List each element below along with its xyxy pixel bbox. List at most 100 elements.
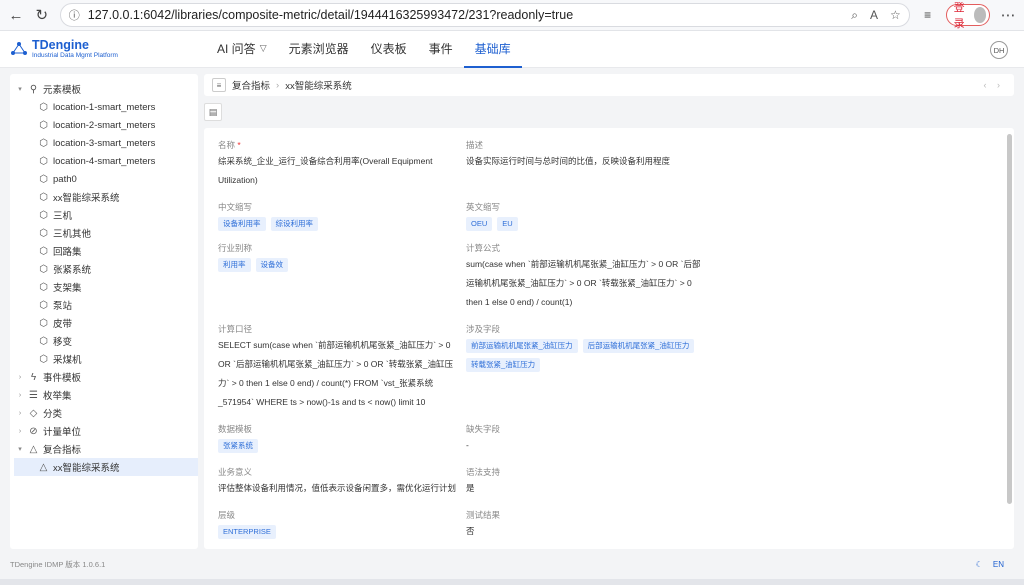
chevron-down-icon[interactable]: ▾ <box>16 85 24 93</box>
level-tags: ENTERPRISE <box>218 525 466 539</box>
chevron-right-icon[interactable]: › <box>16 392 24 399</box>
cube-icon: ⬡ <box>39 101 48 113</box>
tree-node-template[interactable]: ⬡ path0 <box>10 170 198 188</box>
meaning-value: 评估整体设备利用情况，值低表示设备闲置多，需优化运行计划 <box>218 483 457 493</box>
tree-node-template[interactable]: ⬡ location-1-smart_meters <box>10 98 198 116</box>
triangle-icon: △ <box>39 461 48 473</box>
favorite-icon[interactable]: ☆ <box>890 8 901 23</box>
tree-node-template[interactable]: ⬡ 张紧系统 <box>10 260 198 278</box>
cn-abbr-tags: 设备利用率 综设利用率 <box>218 217 466 231</box>
tag: 张紧系统 <box>218 439 258 453</box>
nav-dashboard[interactable]: 仪表板 <box>360 31 418 68</box>
nav-element-browser[interactable]: 元素浏览器 <box>278 31 360 68</box>
description-value: 设备实际运行时间与总时间的比值，反映设备利用程度 <box>466 156 671 166</box>
chevron-right-icon[interactable]: › <box>16 428 24 435</box>
tag: 后部运输机机尾张紧_油缸压力 <box>582 339 695 353</box>
address-bar[interactable]: ⓘ 127.0.0.1:6042/libraries/composite-met… <box>59 3 910 27</box>
tree-node-enum-sets[interactable]: › ☰ 枚举集 <box>10 386 198 404</box>
tree-node-event-templates[interactable]: › ϟ 事件模板 <box>10 368 198 386</box>
tree-node-label: 支架集 <box>53 283 82 294</box>
field-description: 描述 设备实际运行时间与总时间的比值，反映设备利用程度 <box>466 138 716 200</box>
tag: 设备效 <box>255 258 288 272</box>
field-en-abbr: 英文缩写 OEU EU <box>466 200 716 241</box>
tree-node-template[interactable]: ⬡ location-2-smart_meters <box>10 116 198 134</box>
breadcrumb-separator-icon: › <box>276 79 280 91</box>
tree-node-template[interactable]: ⬡ xx智能综采系统 <box>10 188 198 206</box>
cube-icon: ⬡ <box>39 119 48 131</box>
document-icon[interactable]: ▤ <box>204 103 222 121</box>
tree-node-label: 三机其他 <box>53 229 92 240</box>
filter-icon: ▽ <box>259 42 267 53</box>
more-icon[interactable]: ⋯ <box>1000 5 1016 25</box>
tree-node-template[interactable]: ⬡ location-3-smart_meters <box>10 134 198 152</box>
chevron-down-icon[interactable]: ▾ <box>16 445 24 453</box>
data-template-tags: 张紧系统 <box>218 439 466 453</box>
scrollbar[interactable] <box>1007 134 1012 504</box>
logo-subtitle: Industrial Data Mgmt Platform <box>32 51 118 59</box>
tree-node-template[interactable]: ⬡ 三机 <box>10 206 198 224</box>
syntax-value: 是 <box>466 483 475 493</box>
tree-node-composite-child[interactable]: △ xx智能综采系统 <box>14 458 198 476</box>
tab-scroll-arrows-icon[interactable]: ‹ › <box>984 80 1005 90</box>
test-result-value: 否 <box>466 526 475 536</box>
tree-node-template[interactable]: ⬡ 泵站 <box>10 296 198 314</box>
missing-value: - <box>466 440 469 450</box>
user-avatar[interactable]: DH <box>990 41 1008 59</box>
tag: 转载张紧_油缸压力 <box>466 358 541 372</box>
zoom-icon[interactable]: ⌕ <box>851 8 858 23</box>
formula-value: sum(case when `前部运输机机尾张紧_油缸压力` > 0 OR `后… <box>466 259 701 307</box>
tree-node-template[interactable]: ⬡ 支架集 <box>10 278 198 296</box>
nav-events[interactable]: 事件 <box>418 31 464 68</box>
tree-node-template[interactable]: ⬡ 三机其他 <box>10 224 198 242</box>
tag: 综设利用率 <box>270 217 318 231</box>
reload-icon[interactable]: ↻ <box>34 5 50 25</box>
favorites-list-icon[interactable]: ≡ <box>920 5 936 25</box>
cube-icon: ⬡ <box>39 299 48 311</box>
back-icon[interactable]: ← <box>8 5 24 25</box>
tag: OEU <box>466 217 493 231</box>
tree-node-template[interactable]: ⬡ 皮带 <box>10 314 198 332</box>
login-button[interactable]: 登录 <box>945 2 991 30</box>
read-aloud-icon[interactable]: A <box>870 8 878 23</box>
caliber-value: SELECT sum(case when `前部运输机机尾张紧_油缸压力` > … <box>218 340 453 407</box>
tree-node-composite-metrics[interactable]: ▾ △ 复合指标 <box>10 440 198 458</box>
theme-toggle-icon[interactable]: ☾ <box>976 560 983 569</box>
cube-icon: ⬡ <box>39 281 48 293</box>
field-data-template: 数据模板 张紧系统 <box>218 422 466 465</box>
tree-node-element-templates[interactable]: ▾ ⚲ 元素模板 <box>10 80 198 98</box>
profile-avatar <box>973 7 987 23</box>
tree-node-units[interactable]: › ⊘ 计量单位 <box>10 422 198 440</box>
chevron-right-icon[interactable]: › <box>16 410 24 417</box>
name-value: 综采系统_企业_运行_设备综合利用率(Overall Equipment Uti… <box>218 156 433 185</box>
nav-ai-qa[interactable]: AI 问答 ▽ <box>206 31 278 68</box>
field-name: 名称 * 综采系统_企业_运行_设备综合利用率(Overall Equipmen… <box>218 138 466 200</box>
field-syntax: 语法支持 是 <box>466 465 716 508</box>
chevron-right-icon[interactable]: › <box>16 374 24 381</box>
browser-toolbar: ← ↻ ⓘ 127.0.0.1:6042/libraries/composite… <box>0 0 1024 31</box>
hierarchy-icon: ⚲ <box>29 83 38 95</box>
library-tree: ▾ ⚲ 元素模板 ⬡ location-1-smart_meters ⬡ locati… <box>10 74 198 549</box>
tree-node-label: xx智能综采系统 <box>53 193 120 204</box>
tree-node-label: location-4-smart_meters <box>53 155 156 167</box>
logo[interactable]: TDengine Industrial Data Mgmt Platform <box>10 39 206 59</box>
language-toggle[interactable]: EN <box>993 560 1004 569</box>
tree-node-template[interactable]: ⬡ 采煤机 <box>10 350 198 368</box>
tag: ENTERPRISE <box>218 525 276 539</box>
info-icon[interactable]: ⓘ <box>69 7 80 23</box>
tree-node-categories[interactable]: › ◇ 分类 <box>10 404 198 422</box>
tree-node-template[interactable]: ⬡ 移变 <box>10 332 198 350</box>
cube-icon: ⬡ <box>39 353 48 365</box>
nav-library[interactable]: 基础库 <box>463 31 522 68</box>
metric-detail: 名称 * 综采系统_企业_运行_设备综合利用率(Overall Equipmen… <box>204 128 1014 549</box>
collapse-sidebar-icon[interactable]: ≡ <box>212 78 226 92</box>
breadcrumb-root[interactable]: 复合指标 <box>232 78 270 92</box>
tree-node-label: 采煤机 <box>53 355 82 366</box>
field-missing: 缺失字段 - <box>466 422 716 465</box>
tree-node-template[interactable]: ⬡ 回路集 <box>10 242 198 260</box>
breadcrumb: ≡ 复合指标 › xx智能综采系统 ‹ › <box>204 74 1014 96</box>
field-alias: 行业别称 利用率 设备效 <box>218 241 466 322</box>
cube-icon: ⬡ <box>39 245 48 257</box>
app-header: TDengine Industrial Data Mgmt Platform A… <box>0 31 1024 68</box>
field-meaning: 业务意义 评估整体设备利用情况，值低表示设备闲置多，需优化运行计划 <box>218 465 466 508</box>
tree-node-template[interactable]: ⬡ location-4-smart_meters <box>10 152 198 170</box>
